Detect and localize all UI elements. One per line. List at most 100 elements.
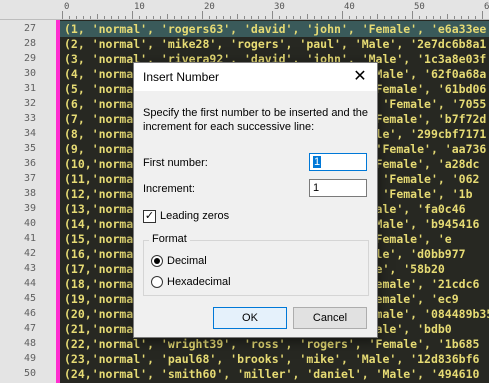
- line-number: 41: [23, 233, 36, 244]
- leading-zeros-label[interactable]: Leading zeros: [160, 210, 229, 222]
- column-ruler: 0 10 20 30 40 50 60: [0, 0, 489, 20]
- ruler-tick: [300, 16, 301, 19]
- ruler-tick: [244, 16, 245, 19]
- editor-line[interactable]: (1, 'normal', 'rogers63', 'david', 'john…: [60, 21, 489, 37]
- ruler-tick: [307, 14, 308, 19]
- editor-line[interactable]: (2, 'normal', 'mike28', 'rogers', 'paul'…: [64, 36, 486, 52]
- increment-value: 1: [313, 182, 320, 194]
- ruler-tick: [69, 16, 70, 19]
- ruler-tick: [160, 16, 161, 19]
- ruler-tick: [111, 16, 112, 19]
- ruler-tick: [384, 16, 385, 19]
- ruler-tick: [412, 11, 413, 19]
- ruler-tick: [195, 16, 196, 19]
- line-number: 50: [23, 368, 36, 379]
- ruler-tick: [293, 16, 294, 19]
- decimal-label[interactable]: Decimal: [167, 255, 207, 267]
- dialog-titlebar[interactable]: Insert Number ✕: [134, 63, 377, 91]
- ruler-label: 30: [274, 2, 285, 12]
- ruler-tick: [454, 16, 455, 19]
- ruler-tick: [104, 16, 105, 19]
- ruler-tick: [482, 11, 483, 19]
- ruler-tick: [314, 16, 315, 19]
- decimal-radio[interactable]: [151, 255, 163, 267]
- line-number: 31: [23, 83, 36, 94]
- ruler-tick: [377, 14, 378, 19]
- ruler-tick: [125, 16, 126, 19]
- line-number: 49: [23, 353, 36, 364]
- line-number: 35: [23, 143, 36, 154]
- editor-line[interactable]: (22,'normal', 'wright39', 'ross', 'roger…: [64, 336, 479, 352]
- ruler-tick: [230, 16, 231, 19]
- ruler-tick: [118, 16, 119, 19]
- ruler-tick: [342, 11, 343, 19]
- ruler-label: 10: [134, 2, 145, 12]
- line-number: 28: [23, 38, 36, 49]
- ruler-tick: [426, 16, 427, 19]
- line-number: 32: [23, 98, 36, 109]
- increment-input[interactable]: 1: [309, 179, 367, 197]
- ruler-tick: [146, 16, 147, 19]
- line-number: 30: [23, 68, 36, 79]
- first-number-input[interactable]: 1: [309, 153, 367, 171]
- ruler-tick: [321, 16, 322, 19]
- leading-zeros-checkbox[interactable]: ✓: [143, 210, 156, 223]
- line-number: 45: [23, 293, 36, 304]
- line-number: 34: [23, 128, 36, 139]
- ruler-tick: [97, 14, 98, 19]
- ruler-tick: [363, 16, 364, 19]
- line-number: 44: [23, 278, 36, 289]
- ruler-tick: [209, 16, 210, 19]
- ruler-tick: [237, 14, 238, 19]
- editor-line[interactable]: (24,'normal', 'smith60', 'miller', 'dani…: [64, 366, 479, 382]
- ruler-tick: [76, 16, 77, 19]
- first-number-value: 1: [313, 156, 322, 168]
- ruler-tick: [202, 11, 203, 19]
- line-number: 46: [23, 308, 36, 319]
- line-number: 33: [23, 113, 36, 124]
- line-number: 39: [23, 203, 36, 214]
- hexadecimal-label[interactable]: Hexadecimal: [167, 276, 231, 288]
- ruler-tick: [356, 16, 357, 19]
- ruler-tick: [153, 16, 154, 19]
- cancel-button[interactable]: Cancel: [293, 307, 367, 329]
- ruler-tick: [461, 16, 462, 19]
- ruler-tick: [181, 16, 182, 19]
- ruler-tick: [335, 16, 336, 19]
- ruler-tick: [286, 16, 287, 19]
- ruler-tick: [188, 16, 189, 19]
- ruler-tick: [223, 16, 224, 19]
- ruler-tick: [440, 16, 441, 19]
- ruler-tick: [258, 16, 259, 19]
- ruler-tick: [174, 16, 175, 19]
- first-number-label: First number:: [143, 157, 208, 169]
- ruler-tick: [419, 16, 420, 19]
- ruler-tick: [405, 16, 406, 19]
- line-number-gutter: 27 28 29 30 31 32 33 34 35 36 37 38 39 40 41 42 43 44 45 46…: [0, 20, 58, 383]
- ruler-tick: [398, 16, 399, 19]
- dialog-description: Specify the first number to be inserted …: [143, 107, 369, 133]
- ruler-tick: [90, 16, 91, 19]
- line-number: 29: [23, 53, 36, 64]
- increment-label: Increment:: [143, 183, 195, 195]
- ruler-tick: [468, 16, 469, 19]
- editor-line[interactable]: (23,'normal', 'paul68', 'brooks', 'mike'…: [64, 351, 479, 367]
- line-number: 40: [23, 218, 36, 229]
- ruler-label: 20: [204, 2, 215, 12]
- ruler-label: 0: [64, 2, 70, 12]
- ruler-label: 60: [484, 2, 489, 12]
- ruler-tick: [216, 16, 217, 19]
- ruler-tick: [328, 16, 329, 19]
- line-number: 43: [23, 263, 36, 274]
- line-number: 48: [23, 338, 36, 349]
- ruler-tick: [265, 16, 266, 19]
- ruler-tick: [433, 16, 434, 19]
- ruler-tick: [251, 16, 252, 19]
- ok-button[interactable]: OK: [213, 307, 287, 329]
- ruler-tick: [139, 16, 140, 19]
- hexadecimal-radio[interactable]: [151, 276, 163, 288]
- line-number: 36: [23, 158, 36, 169]
- line-number: 38: [23, 188, 36, 199]
- ruler-tick: [349, 16, 350, 19]
- close-icon[interactable]: ✕: [349, 67, 371, 87]
